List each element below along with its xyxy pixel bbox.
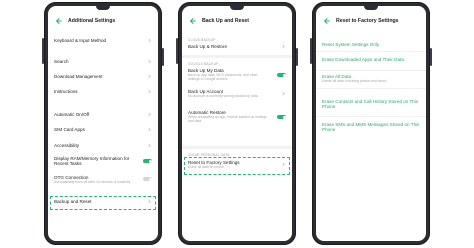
chevron-right-icon [282,91,285,96]
chevron-right-icon [148,112,151,117]
option-erase-contacts-call-history[interactable]: Erase Contacts and Call History Stored o… [322,99,420,110]
list-item-text: OTG Connection Automatically turns off a… [54,175,134,184]
option-reset-system-settings[interactable]: Reset System Settings Only [322,42,420,47]
app-header: Reset to Factory Settings [316,15,426,27]
option-erase-downloaded-apps[interactable]: Erase Downloaded Apps and Their Data [322,57,420,62]
phone-screen: Additional Settings Keyboard & Input Met… [48,6,158,241]
phone-frame-reset-to-factory-settings: Reset to Factory Settings Reset System S… [310,2,432,245]
list-item-sublabel: No account is currently storing backed u… [188,94,258,99]
list-item-search[interactable]: Search [54,59,152,64]
list-item-sublabel: When reinstalling an app, restore backed… [188,115,267,124]
list-item-automatic-on-off[interactable]: Automatic On/Off [54,112,152,117]
toggle-switch[interactable] [277,73,286,77]
back-arrow-icon[interactable] [54,16,64,26]
divider [316,51,426,52]
back-arrow-icon[interactable] [188,16,198,26]
list-item-sim-card-apps[interactable]: SIM Card Apps [54,127,152,132]
divider [316,116,426,117]
chevron-right-icon [148,59,151,64]
list-item-label: Keyboard & Input Method [54,38,107,43]
camera-notch [96,6,110,10]
list-item-label: Instructions [54,89,78,94]
list-item-label: Backup and Reset [54,199,92,204]
chevron-right-icon [282,44,285,49]
list-item-back-up-restore[interactable]: Back Up & Restore [188,44,286,49]
list-item-sublabel: Back up app data, Wi-Fi passwords, and o… [188,73,258,82]
chevron-right-icon [148,74,151,79]
app-header: Additional Settings [48,15,158,27]
option-label: Erase Contacts and Call History Stored o… [322,99,419,110]
chevron-right-icon [148,127,151,132]
list-item-text: Automatic Restore When reinstalling an a… [188,110,268,123]
list-item-text: Back Up Account No account is currently … [188,89,268,98]
list-item-label: Search [54,59,69,64]
app-header: Back Up and Reset [182,15,292,27]
list-item-label: Display RAM/Memory Information for Recen… [54,156,130,167]
chevron-right-icon [148,38,151,43]
phone-screen: Back Up and Reset CLOUD BACKUP Back Up &… [182,6,292,241]
list-item-text: Back Up My Data Back up app data, Wi-Fi … [188,68,268,81]
camera-notch [230,6,244,10]
list-item-reset-factory-settings[interactable]: Reset to Factory Settings Erase all data… [188,160,286,169]
list-item-backup-account[interactable]: Back Up Account No account is currently … [188,89,286,98]
phone-frame-additional-settings: Additional Settings Keyboard & Input Met… [42,2,164,245]
chevron-right-icon [282,162,285,167]
section-divider [182,146,292,149]
list-item-automatic-restore[interactable]: Automatic Restore When reinstalling an a… [188,110,286,123]
option-label: Erase Downloaded Apps and Their Data [322,57,404,62]
divider [316,88,426,89]
chevron-right-icon [148,199,151,204]
list-item-label: Back Up & Restore [188,44,228,49]
camera-notch [364,6,378,10]
list-item-label: Accessibility [54,143,80,148]
list-item-display-ram[interactable]: Display RAM/Memory Information for Recen… [54,156,152,167]
list-item-label: Automatic On/Off [54,112,90,117]
page-title: Back Up and Reset [202,18,249,24]
list-item-back-up-my-data[interactable]: Back Up My Data Back up app data, Wi-Fi … [188,68,286,81]
list-item-sublabel: Erase all data on phone [188,165,224,170]
option-erase-all-data[interactable]: Erase All Data Delete all data, includin… [322,74,420,83]
option-sublabel: Delete all data, including photos and mu… [322,79,387,84]
option-label: Erase SMS and MMS Messages Stored on Thi… [322,122,420,133]
list-item-label: SIM Card Apps [54,127,85,132]
list-item-keyboard-input[interactable]: Keyboard & Input Method [54,38,152,43]
reset-options-list: Reset System Settings Only Erase Downloa… [316,30,426,241]
back-arrow-icon[interactable] [322,16,332,26]
option-label: Reset System Settings Only [322,42,380,47]
list-item-accessibility[interactable]: Accessibility [54,143,152,148]
option-erase-sms-mms[interactable]: Erase SMS and MMS Messages Stored on Thi… [322,122,420,133]
page-title: Reset to Factory Settings [336,18,399,24]
section-header-cloud-backup: CLOUD BACKUP [188,38,216,42]
divider [316,70,426,71]
page-title: Additional Settings [68,18,116,24]
list-item-instructions[interactable]: Instructions [54,89,152,94]
phone-screen: Reset to Factory Settings Reset System S… [316,6,426,241]
chevron-right-icon [148,89,151,94]
phone-frame-back-up-and-reset: Back Up and Reset CLOUD BACKUP Back Up &… [176,2,298,245]
section-header-google-backup: GOOGLE BACKUP [188,62,219,66]
list-item-download-management[interactable]: Download Management [54,74,152,79]
list-item-otg-connection[interactable]: OTG Connection Automatically turns off a… [54,175,152,184]
list-item-sublabel: Automatically turns off after 10 minutes… [54,180,131,185]
list-item-label: Download Management [54,74,103,79]
toggle-switch[interactable] [143,159,152,164]
settings-list: CLOUD BACKUP Back Up & Restore GOOGLE BA… [182,30,292,241]
list-item-backup-and-reset[interactable]: Backup and Reset [54,199,152,204]
section-divider [182,55,292,58]
toggle-switch[interactable] [143,177,152,181]
chevron-right-icon [148,143,151,148]
list-item-text: Reset to Factory Settings Erase all data… [188,160,240,169]
toggle-switch[interactable] [277,115,286,119]
settings-list: Keyboard & Input Method Search Download … [48,30,158,241]
